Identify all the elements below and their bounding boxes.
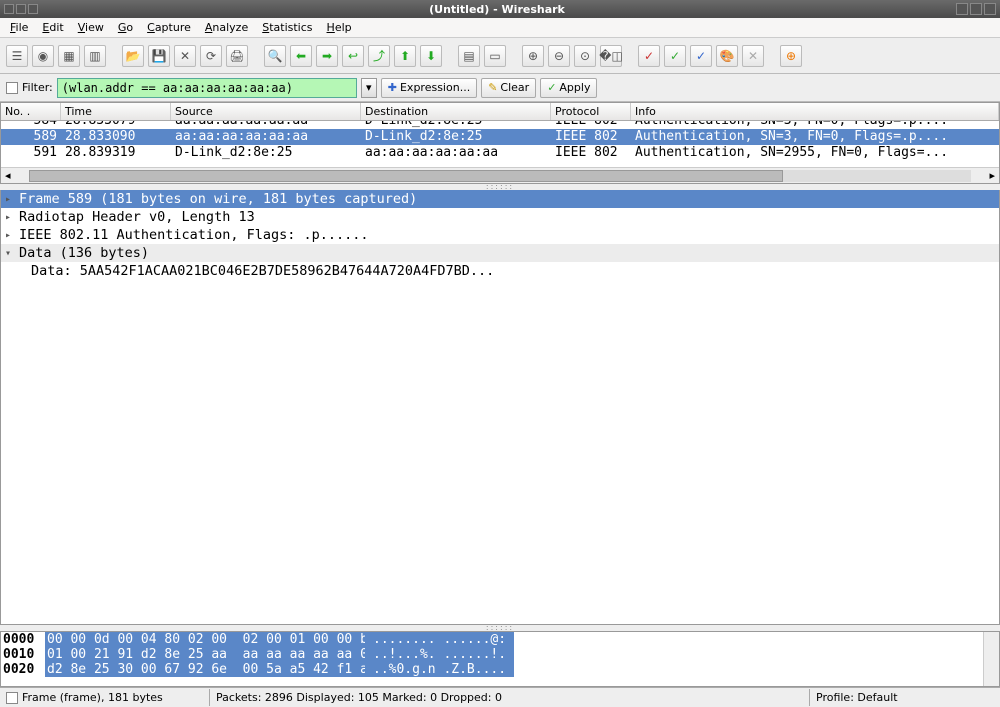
- hex-row[interactable]: 000000 00 0d 00 04 80 02 00 02 00 01 00 …: [1, 632, 983, 647]
- start-capture-icon[interactable]: ▦: [58, 45, 80, 67]
- packet-row-selected[interactable]: 589 28.833090 aa:aa:aa:aa:aa:aa D-Link_d…: [1, 129, 999, 145]
- column-source[interactable]: Source: [171, 103, 361, 120]
- sys-stop-icon[interactable]: [28, 4, 38, 14]
- filter-input[interactable]: [57, 78, 357, 98]
- go-up-icon[interactable]: ⬆: [394, 45, 416, 67]
- packet-bytes-pane[interactable]: 000000 00 0d 00 04 80 02 00 02 00 01 00 …: [0, 631, 1000, 687]
- open-file-icon[interactable]: 📂: [122, 45, 144, 67]
- status-bar: Frame (frame), 181 bytes Packets: 2896 D…: [0, 687, 1000, 707]
- menu-help[interactable]: Help: [321, 19, 358, 36]
- close-window-button[interactable]: [984, 3, 996, 15]
- expand-icon[interactable]: ▸: [5, 212, 15, 223]
- filter-label-text: Filter:: [22, 81, 53, 94]
- hex-row[interactable]: 0020d2 8e 25 30 00 67 92 6e 00 5a a5 42 …: [1, 662, 983, 677]
- expand-icon[interactable]: ▸: [5, 230, 15, 241]
- collapse-icon[interactable]: ▾: [5, 248, 15, 259]
- menu-bar: File Edit View Go Capture Analyze Statis…: [0, 18, 1000, 38]
- sys-menu-icon[interactable]: [4, 4, 14, 14]
- packet-list-header: No. . Time Source Destination Protocol I…: [1, 103, 999, 121]
- menu-go[interactable]: Go: [112, 19, 139, 36]
- packet-list-hscroll[interactable]: ◂▸: [1, 167, 999, 183]
- tree-radiotap[interactable]: ▸Radiotap Header v0, Length 13: [1, 208, 999, 226]
- status-icon: [6, 692, 18, 704]
- expand-icon[interactable]: ▸: [5, 194, 15, 205]
- packet-list-pane: No. . Time Source Destination Protocol I…: [0, 102, 1000, 184]
- go-forward-icon[interactable]: ➡: [316, 45, 338, 67]
- status-packets: Packets: 2896 Displayed: 105 Marked: 0 D…: [210, 689, 810, 706]
- auto-scroll-icon[interactable]: ▭: [484, 45, 506, 67]
- zoom-100-icon[interactable]: ⊙: [574, 45, 596, 67]
- go-down-icon[interactable]: ⬇: [420, 45, 442, 67]
- find-icon[interactable]: 🔍: [264, 45, 286, 67]
- tree-frame[interactable]: ▸Frame 589 (181 bytes on wire, 181 bytes…: [1, 190, 999, 208]
- column-protocol[interactable]: Protocol: [551, 103, 631, 120]
- sys-ball-icon[interactable]: [16, 4, 26, 14]
- maximize-button[interactable]: [970, 3, 982, 15]
- colorize-icon[interactable]: ▤: [458, 45, 480, 67]
- status-frame: Frame (frame), 181 bytes: [0, 689, 210, 706]
- capture-filters-icon[interactable]: ✓: [638, 45, 660, 67]
- titlebar-right-controls: [952, 3, 1000, 15]
- clear-button[interactable]: ✎Clear: [481, 78, 536, 98]
- column-no[interactable]: No. .: [1, 103, 61, 120]
- menu-file[interactable]: File: [4, 19, 34, 36]
- menu-view[interactable]: View: [72, 19, 110, 36]
- stop-capture-icon[interactable]: ▥: [84, 45, 106, 67]
- filter-icon: [6, 82, 18, 94]
- tree-auth[interactable]: ▸IEEE 802.11 Authentication, Flags: .p..…: [1, 226, 999, 244]
- menu-capture[interactable]: Capture: [141, 19, 197, 36]
- go-to-icon[interactable]: ↩: [342, 45, 364, 67]
- save-file-icon[interactable]: 💾: [148, 45, 170, 67]
- print-icon[interactable]: 🖨: [226, 45, 248, 67]
- menu-edit[interactable]: Edit: [36, 19, 69, 36]
- capture-options-icon[interactable]: ◉: [32, 45, 54, 67]
- tree-data[interactable]: ▾Data (136 bytes): [1, 244, 999, 262]
- coloring-rules-icon[interactable]: ✓: [690, 45, 712, 67]
- filter-toolbar: Filter: ▾ ✚Expression... ✎Clear ✓Apply: [0, 74, 1000, 102]
- tools-icon[interactable]: ✕: [742, 45, 764, 67]
- resize-cols-icon[interactable]: �◫: [600, 45, 622, 67]
- packet-row[interactable]: 584 28.833079 aa:aa:aa:aa:aa:aa D-Link_d…: [1, 121, 999, 129]
- zoom-in-icon[interactable]: ⊕: [522, 45, 544, 67]
- main-toolbar: ☰ ◉ ▦ ▥ 📂 💾 ✕ ⟳ 🖨 🔍 ⬅ ➡ ↩ ⤴ ⬆ ⬇ ▤ ▭ ⊕ ⊖ …: [0, 38, 1000, 74]
- column-info[interactable]: Info: [631, 103, 999, 120]
- column-destination[interactable]: Destination: [361, 103, 551, 120]
- window-titlebar: (Untitled) - Wireshark: [0, 0, 1000, 18]
- display-filters-icon[interactable]: ✓: [664, 45, 686, 67]
- interfaces-icon[interactable]: ☰: [6, 45, 28, 67]
- filter-dropdown[interactable]: ▾: [361, 78, 377, 98]
- hex-row[interactable]: 001001 00 21 91 d2 8e 25 aa aa aa aa aa …: [1, 647, 983, 662]
- close-file-icon[interactable]: ✕: [174, 45, 196, 67]
- expression-button[interactable]: ✚Expression...: [381, 78, 477, 98]
- window-title: (Untitled) - Wireshark: [42, 3, 952, 16]
- reload-icon[interactable]: ⟳: [200, 45, 222, 67]
- help-icon[interactable]: ⊕: [780, 45, 802, 67]
- go-back-icon[interactable]: ⬅: [290, 45, 312, 67]
- filter-label: Filter:: [6, 81, 53, 94]
- go-first-icon[interactable]: ⤴: [368, 45, 390, 67]
- minimize-button[interactable]: [956, 3, 968, 15]
- apply-button[interactable]: ✓Apply: [540, 78, 597, 98]
- titlebar-left-controls: [0, 4, 42, 14]
- hex-vscroll[interactable]: [983, 632, 999, 686]
- status-profile[interactable]: Profile: Default: [810, 689, 1000, 706]
- packet-list-body[interactable]: 584 28.833079 aa:aa:aa:aa:aa:aa D-Link_d…: [1, 121, 999, 167]
- tree-data-value[interactable]: Data: 5AA542F1ACAA021BC046E2B7DE58962B47…: [1, 262, 999, 280]
- prefs-icon[interactable]: 🎨: [716, 45, 738, 67]
- menu-statistics[interactable]: Statistics: [256, 19, 318, 36]
- zoom-out-icon[interactable]: ⊖: [548, 45, 570, 67]
- packet-details-pane[interactable]: ▸Frame 589 (181 bytes on wire, 181 bytes…: [0, 190, 1000, 625]
- packet-row[interactable]: 591 28.839319 D-Link_d2:8e:25 aa:aa:aa:a…: [1, 145, 999, 161]
- menu-analyze[interactable]: Analyze: [199, 19, 254, 36]
- column-time[interactable]: Time: [61, 103, 171, 120]
